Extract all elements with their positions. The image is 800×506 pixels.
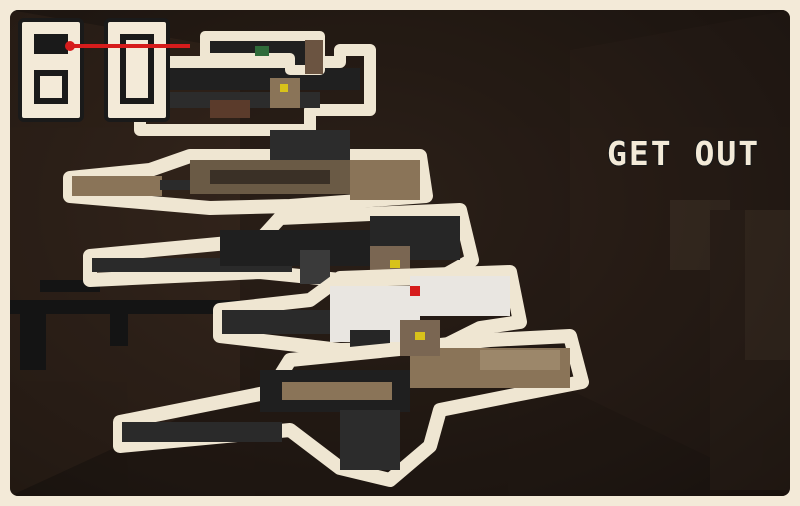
game-scene: GET OUT: [10, 10, 790, 496]
logo-subtitle: GET OUT: [607, 134, 761, 173]
game-logo: [18, 18, 190, 122]
